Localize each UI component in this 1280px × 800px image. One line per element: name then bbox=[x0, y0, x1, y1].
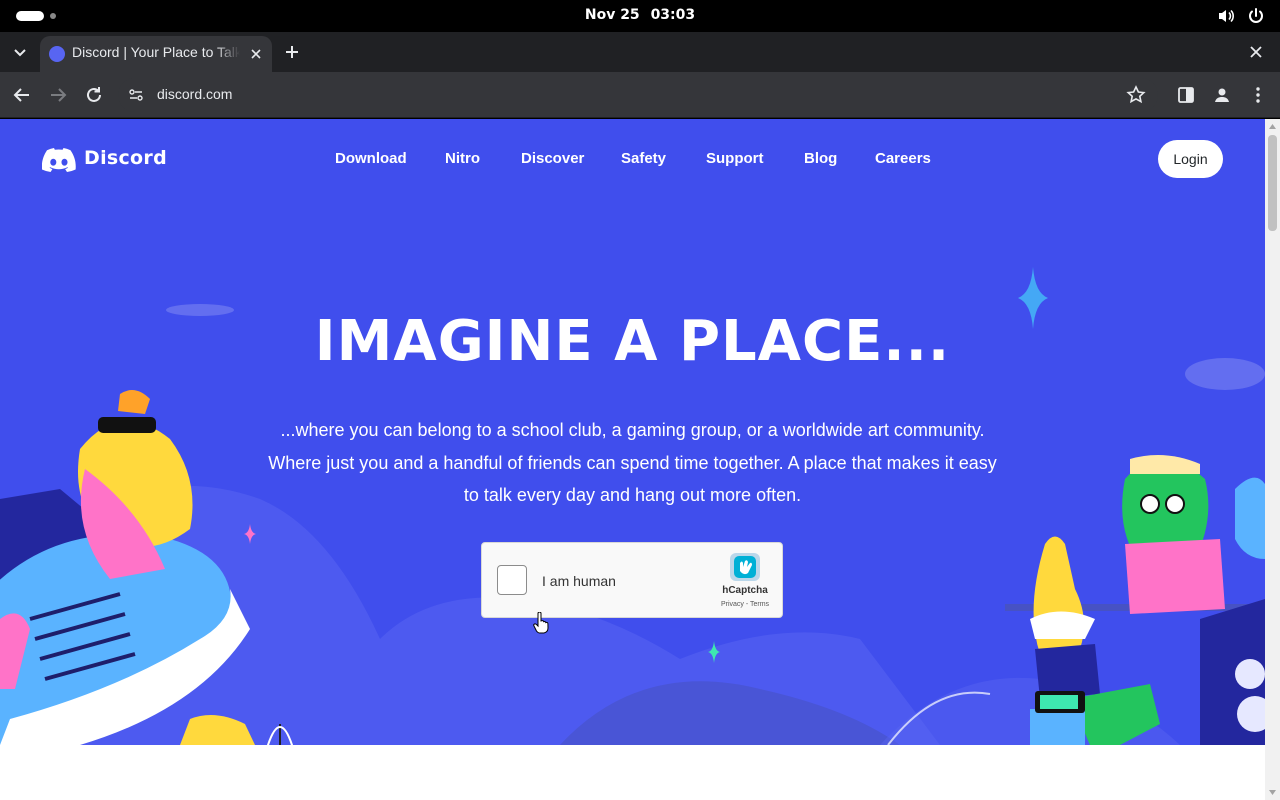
tab-title: Discord | Your Place to Talk and Hang Ou… bbox=[72, 44, 240, 60]
volume-icon[interactable] bbox=[1216, 6, 1236, 26]
nav-safety[interactable]: Safety bbox=[621, 150, 666, 167]
right-characters-illustration bbox=[1005, 455, 1265, 745]
scroll-down-arrow-icon[interactable] bbox=[1268, 788, 1277, 796]
nav-support[interactable]: Support bbox=[706, 150, 764, 167]
browser-tab-strip: Discord | Your Place to Talk and Hang Ou… bbox=[0, 32, 1280, 72]
tab-search-icon[interactable] bbox=[8, 40, 32, 64]
discord-favicon-icon bbox=[49, 46, 65, 62]
main-nav: Download Nitro Discover Safety Support B… bbox=[0, 150, 1265, 172]
nav-discover[interactable]: Discover bbox=[521, 150, 584, 167]
nav-careers[interactable]: Careers bbox=[875, 150, 931, 167]
scrollbar-thumb[interactable] bbox=[1268, 135, 1277, 231]
hcaptcha-widget: I am human hCaptcha Privacy - Terms bbox=[481, 542, 783, 618]
forward-icon[interactable] bbox=[46, 83, 70, 107]
clock-date: Nov 25 bbox=[584, 7, 640, 23]
hcaptcha-logo-icon bbox=[730, 553, 760, 581]
clock-time: 03:03 bbox=[650, 7, 696, 23]
back-icon[interactable] bbox=[10, 83, 34, 107]
captcha-terms-link[interactable]: Privacy - Terms bbox=[712, 601, 778, 608]
page-viewport: Discord Download Nitro Discover Safety S… bbox=[0, 119, 1265, 800]
scroll-up-arrow-icon[interactable] bbox=[1268, 123, 1277, 131]
hero-subtitle: ...where you can belong to a school club… bbox=[230, 414, 1035, 512]
hero-headline: IMAGINE A PLACE... bbox=[314, 309, 951, 374]
side-panel-icon[interactable] bbox=[1174, 83, 1198, 107]
reload-icon[interactable] bbox=[82, 83, 106, 107]
hand-cursor-icon bbox=[533, 612, 549, 634]
menu-icon[interactable] bbox=[1246, 83, 1270, 107]
hero-subtitle-line-1: ...where you can belong to a school club… bbox=[280, 420, 985, 440]
nav-download[interactable]: Download bbox=[335, 150, 407, 167]
login-button[interactable]: Login bbox=[1158, 140, 1223, 178]
nav-blog[interactable]: Blog bbox=[804, 150, 837, 167]
power-icon[interactable] bbox=[1246, 6, 1266, 26]
profile-icon[interactable] bbox=[1210, 83, 1234, 107]
url-text: discord.com bbox=[157, 86, 233, 102]
close-tab-icon[interactable] bbox=[248, 46, 264, 62]
new-tab-icon[interactable] bbox=[280, 40, 304, 64]
small-sparkle-green-icon bbox=[708, 641, 720, 663]
captcha-checkbox[interactable] bbox=[497, 565, 527, 595]
captcha-brand: hCaptcha bbox=[722, 585, 768, 596]
hero-subtitle-line-3: to talk every day and hang out more ofte… bbox=[463, 485, 802, 505]
browser-toolbar: discord.com bbox=[0, 72, 1280, 118]
bookmark-star-icon[interactable] bbox=[1124, 83, 1148, 107]
hero-subtitle-line-2: Where just you and a handful of friends … bbox=[268, 452, 997, 473]
browser-tab[interactable]: Discord | Your Place to Talk and Hang Ou… bbox=[40, 36, 272, 72]
site-info-icon[interactable] bbox=[128, 87, 144, 103]
close-window-icon[interactable] bbox=[1244, 40, 1268, 64]
address-bar[interactable]: discord.com bbox=[118, 78, 1158, 112]
captcha-label: I am human bbox=[542, 573, 616, 589]
clock[interactable]: Nov 25 03:03 bbox=[0, 7, 1280, 23]
nav-nitro[interactable]: Nitro bbox=[445, 150, 480, 167]
system-top-bar: Nov 25 03:03 bbox=[0, 0, 1280, 32]
page-scrollbar[interactable] bbox=[1265, 119, 1280, 800]
hero-section: Discord Download Nitro Discover Safety S… bbox=[0, 119, 1265, 745]
